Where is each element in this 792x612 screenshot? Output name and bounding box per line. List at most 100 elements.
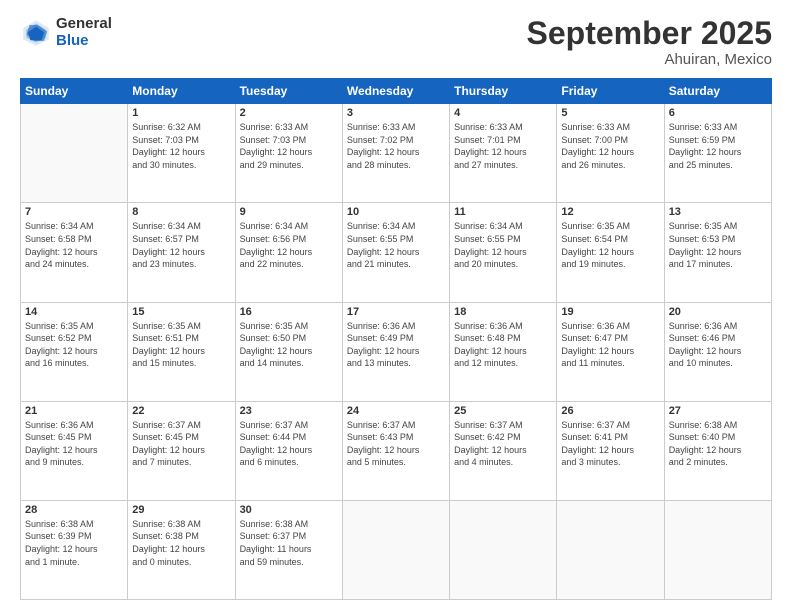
day-info: Sunrise: 6:35 AMSunset: 6:54 PMDaylight:…: [561, 220, 659, 270]
day-info: Sunrise: 6:37 AMSunset: 6:42 PMDaylight:…: [454, 419, 552, 469]
day-info: Sunrise: 6:34 AMSunset: 6:58 PMDaylight:…: [25, 220, 123, 270]
table-row: 22 Sunrise: 6:37 AMSunset: 6:45 PMDayligh…: [128, 401, 235, 500]
table-row: 11 Sunrise: 6:34 AMSunset: 6:55 PMDayligh…: [450, 203, 557, 302]
col-saturday: Saturday: [664, 79, 771, 104]
day-number: 3: [347, 107, 445, 119]
day-number: 2: [240, 107, 338, 119]
logo-blue: Blue: [56, 33, 112, 50]
day-number: 18: [454, 306, 552, 318]
table-row: 9 Sunrise: 6:34 AMSunset: 6:56 PMDaylight…: [235, 203, 342, 302]
title-block: September 2025 Ahuiran, Mexico: [527, 16, 772, 68]
logo: General Blue: [20, 16, 112, 49]
table-row: 16Sunrise: 6:35 AMSunset: 6:50 PMDayligh…: [235, 302, 342, 401]
table-row: 13 Sunrise: 6:35 AMSunset: 6:53 PMDayligh…: [664, 203, 771, 302]
day-info: Sunrise: 6:34 AMSunset: 6:56 PMDaylight:…: [240, 220, 338, 270]
day-number: 5: [561, 107, 659, 119]
day-number: 1: [132, 107, 230, 119]
day-info: Sunrise: 6:33 AMSunset: 7:03 PMDaylight:…: [240, 121, 338, 171]
day-info: Sunrise: 6:34 AMSunset: 6:55 PMDaylight:…: [454, 220, 552, 270]
table-row: 29 Sunrise: 6:38 AMSunset: 6:38 PMDayligh…: [128, 500, 235, 599]
day-number: 4: [454, 107, 552, 119]
day-number: 13: [669, 206, 767, 218]
calendar-header-row: Sunday Monday Tuesday Wednesday Thursday…: [21, 79, 772, 104]
logo-general: General: [56, 16, 112, 33]
day-number: 30: [240, 504, 338, 516]
table-row: [342, 500, 449, 599]
day-info: Sunrise: 6:33 AMSunset: 6:59 PMDaylight:…: [669, 121, 767, 171]
day-info: Sunrise: 6:36 AMSunset: 6:46 PMDaylight:…: [669, 320, 767, 370]
col-tuesday: Tuesday: [235, 79, 342, 104]
day-info: Sunrise: 6:36 AMSunset: 6:49 PMDaylight:…: [347, 320, 445, 370]
day-number: 10: [347, 206, 445, 218]
header: General Blue September 2025 Ahuiran, Mex…: [20, 16, 772, 68]
day-info: Sunrise: 6:35 AMSunset: 6:51 PMDaylight:…: [132, 320, 230, 370]
table-row: [557, 500, 664, 599]
day-info: Sunrise: 6:38 AMSunset: 6:38 PMDaylight:…: [132, 518, 230, 568]
day-number: 8: [132, 206, 230, 218]
col-thursday: Thursday: [450, 79, 557, 104]
table-row: 19 Sunrise: 6:36 AMSunset: 6:47 PMDayligh…: [557, 302, 664, 401]
day-info: Sunrise: 6:36 AMSunset: 6:48 PMDaylight:…: [454, 320, 552, 370]
day-number: 27: [669, 405, 767, 417]
day-info: Sunrise: 6:38 AMSunset: 6:40 PMDaylight:…: [669, 419, 767, 469]
day-info: Sunrise: 6:35 AMSunset: 6:50 PMDaylight:…: [240, 320, 338, 370]
day-info: Sunrise: 6:38 AMSunset: 6:39 PMDaylight:…: [25, 518, 123, 568]
table-row: 1Sunrise: 6:32 AMSunset: 7:03 PMDaylight…: [128, 104, 235, 203]
day-number: 20: [669, 306, 767, 318]
day-number: 22: [132, 405, 230, 417]
day-number: 7: [25, 206, 123, 218]
table-row: 28Sunrise: 6:38 AMSunset: 6:39 PMDayligh…: [21, 500, 128, 599]
day-info: Sunrise: 6:37 AMSunset: 6:43 PMDaylight:…: [347, 419, 445, 469]
day-info: Sunrise: 6:36 AMSunset: 6:45 PMDaylight:…: [25, 419, 123, 469]
day-number: 17: [347, 306, 445, 318]
table-row: 15 Sunrise: 6:35 AMSunset: 6:51 PMDayligh…: [128, 302, 235, 401]
table-row: 26Sunrise: 6:37 AMSunset: 6:41 PMDayligh…: [557, 401, 664, 500]
table-row: 14 Sunrise: 6:35 AMSunset: 6:52 PMDayligh…: [21, 302, 128, 401]
day-info: Sunrise: 6:33 AMSunset: 7:02 PMDaylight:…: [347, 121, 445, 171]
calendar-week-row: 1Sunrise: 6:32 AMSunset: 7:03 PMDaylight…: [21, 104, 772, 203]
col-friday: Friday: [557, 79, 664, 104]
table-row: 6 Sunrise: 6:33 AMSunset: 6:59 PMDaylight…: [664, 104, 771, 203]
day-info: Sunrise: 6:38 AMSunset: 6:37 PMDaylight:…: [240, 518, 338, 568]
table-row: [664, 500, 771, 599]
day-info: Sunrise: 6:36 AMSunset: 6:47 PMDaylight:…: [561, 320, 659, 370]
day-number: 19: [561, 306, 659, 318]
day-info: Sunrise: 6:33 AMSunset: 7:00 PMDaylight:…: [561, 121, 659, 171]
logo-icon: [20, 17, 52, 49]
table-row: 27 Sunrise: 6:38 AMSunset: 6:40 PMDayligh…: [664, 401, 771, 500]
day-number: 25: [454, 405, 552, 417]
calendar-week-row: 7 Sunrise: 6:34 AMSunset: 6:58 PMDaylight…: [21, 203, 772, 302]
day-number: 23: [240, 405, 338, 417]
table-row: 8 Sunrise: 6:34 AMSunset: 6:57 PMDaylight…: [128, 203, 235, 302]
page: General Blue September 2025 Ahuiran, Mex…: [0, 0, 792, 612]
day-number: 6: [669, 107, 767, 119]
day-number: 24: [347, 405, 445, 417]
table-row: 20 Sunrise: 6:36 AMSunset: 6:46 PMDayligh…: [664, 302, 771, 401]
day-number: 11: [454, 206, 552, 218]
day-info: Sunrise: 6:37 AMSunset: 6:45 PMDaylight:…: [132, 419, 230, 469]
day-number: 29: [132, 504, 230, 516]
title-location: Ahuiran, Mexico: [527, 51, 772, 68]
day-number: 15: [132, 306, 230, 318]
table-row: 30 Sunrise: 6:38 AMSunset: 6:37 PMDayligh…: [235, 500, 342, 599]
table-row: [21, 104, 128, 203]
calendar-table: Sunday Monday Tuesday Wednesday Thursday…: [20, 78, 772, 600]
table-row: 23 Sunrise: 6:37 AMSunset: 6:44 PMDayligh…: [235, 401, 342, 500]
table-row: 21Sunrise: 6:36 AMSunset: 6:45 PMDayligh…: [21, 401, 128, 500]
day-info: Sunrise: 6:35 AMSunset: 6:52 PMDaylight:…: [25, 320, 123, 370]
title-month: September 2025: [527, 16, 772, 51]
day-info: Sunrise: 6:35 AMSunset: 6:53 PMDaylight:…: [669, 220, 767, 270]
calendar-week-row: 28Sunrise: 6:38 AMSunset: 6:39 PMDayligh…: [21, 500, 772, 599]
table-row: 17 Sunrise: 6:36 AMSunset: 6:49 PMDayligh…: [342, 302, 449, 401]
col-monday: Monday: [128, 79, 235, 104]
day-number: 14: [25, 306, 123, 318]
day-number: 12: [561, 206, 659, 218]
table-row: 12 Sunrise: 6:35 AMSunset: 6:54 PMDayligh…: [557, 203, 664, 302]
col-wednesday: Wednesday: [342, 79, 449, 104]
logo-text: General Blue: [56, 16, 112, 49]
table-row: [450, 500, 557, 599]
day-info: Sunrise: 6:37 AMSunset: 6:44 PMDaylight:…: [240, 419, 338, 469]
day-number: 9: [240, 206, 338, 218]
day-info: Sunrise: 6:34 AMSunset: 6:57 PMDaylight:…: [132, 220, 230, 270]
table-row: 18 Sunrise: 6:36 AMSunset: 6:48 PMDayligh…: [450, 302, 557, 401]
